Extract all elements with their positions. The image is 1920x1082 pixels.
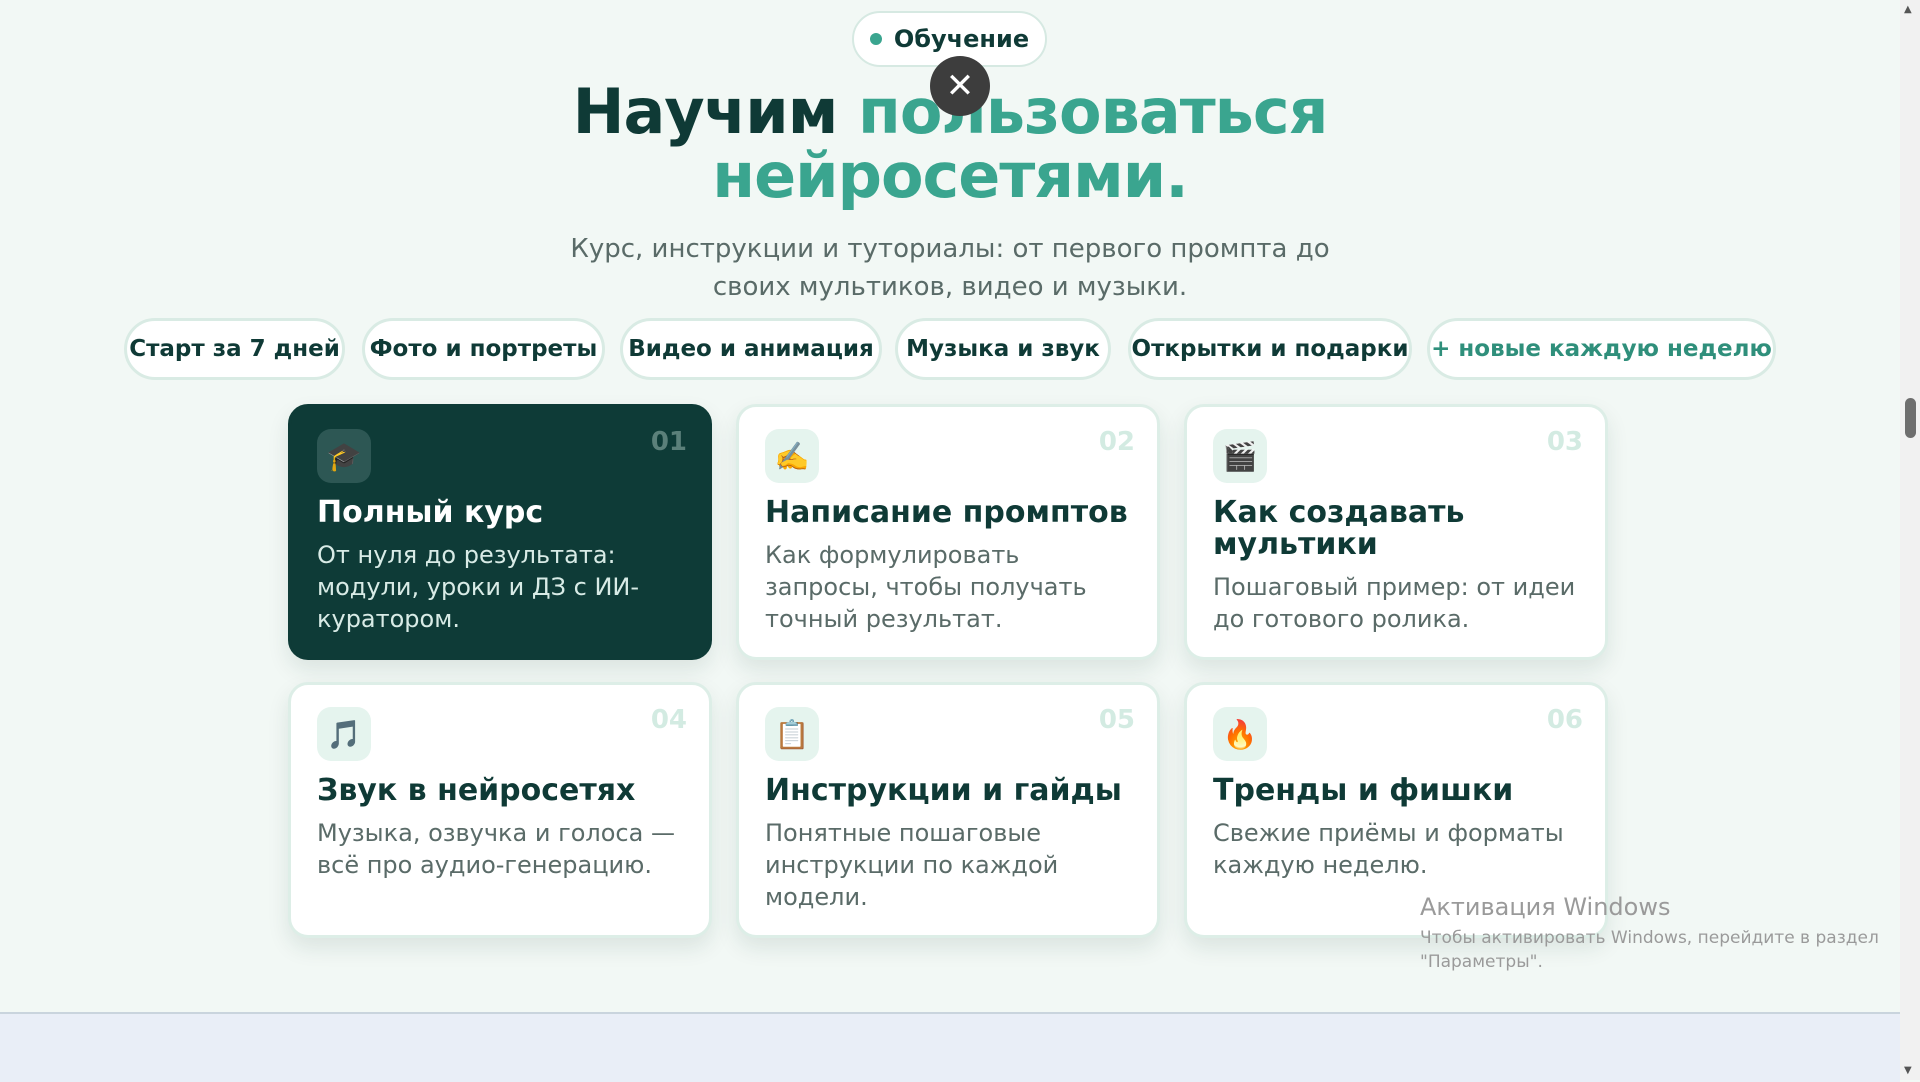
card-description: Пошаговый пример: от идеи до готового ро… — [1213, 573, 1576, 633]
pill-music-sound[interactable]: Музыка и звук — [895, 318, 1111, 380]
card-number: 06 — [1546, 705, 1583, 735]
pill-cards-gifts[interactable]: Открытки и подарки — [1128, 318, 1412, 380]
close-button[interactable]: ✕ — [930, 56, 990, 116]
pill-photo-portraits[interactable]: Фото и портреты — [362, 318, 605, 380]
clapper-board-icon: 🎬 — [1213, 429, 1267, 483]
card-title: Звук в нейросетях — [317, 773, 636, 808]
scroll-down-arrow-icon[interactable]: ▼ — [1904, 1065, 1912, 1076]
card-prompt-writing[interactable]: 02 ✍️ Написание промптов Как формулирова… — [736, 404, 1160, 660]
hero-title-dark: Научим — [572, 75, 839, 148]
scrollbar-thumb[interactable] — [1905, 398, 1916, 438]
music-note-icon: 🎵 — [317, 707, 371, 761]
card-description: Понятные пошаговые инструкции по каждой … — [765, 819, 1059, 911]
card-full-course[interactable]: 01 🎓 Полный курс От нуля до результата: … — [288, 404, 712, 660]
hero-subtitle: Курс, инструкции и туториалы: от первого… — [570, 234, 1330, 302]
scroll-up-arrow-icon[interactable]: ▲ — [1904, 4, 1912, 15]
close-icon: ✕ — [945, 66, 975, 106]
card-number: 05 — [1098, 705, 1135, 735]
card-guides[interactable]: 05 📋 Инструкции и гайды Понятные пошагов… — [736, 682, 1160, 938]
card-number: 01 — [650, 427, 687, 457]
card-number: 03 — [1546, 427, 1583, 457]
card-description: Как формулировать запросы, чтобы получат… — [765, 541, 1087, 633]
card-number: 02 — [1098, 427, 1135, 457]
pill-start-7-days[interactable]: Старт за 7 дней — [124, 318, 345, 380]
hero-title-accent-2: нейросетями. — [712, 139, 1189, 212]
vertical-scrollbar[interactable]: ▲ ▼ — [1900, 0, 1920, 1080]
badge-dot-icon — [869, 33, 882, 45]
card-description: Музыка, озвучка и голоса — всё про аудио… — [317, 819, 675, 879]
pill-video-animation[interactable]: Видео и анимация — [620, 318, 882, 380]
pill-new-weekly[interactable]: + новые каждую неделю — [1427, 318, 1776, 380]
writing-hand-icon: ✍️ — [765, 429, 819, 483]
card-title: Написание промптов — [765, 495, 1128, 530]
page: Обучение ✕ Научим пользоваться нейросетя… — [0, 0, 1900, 1082]
card-number: 04 — [650, 705, 687, 735]
card-title: Как создавать мультики — [1213, 495, 1465, 562]
card-cartoons[interactable]: 03 🎬 Как создавать мультики Пошаговый пр… — [1184, 404, 1608, 660]
card-sound[interactable]: 04 🎵 Звук в нейросетях Музыка, озвучка и… — [288, 682, 712, 938]
clipboard-icon: 📋 — [765, 707, 819, 761]
card-title: Инструкции и гайды — [765, 773, 1122, 808]
next-section-band — [0, 1012, 1900, 1082]
fire-icon: 🔥 — [1213, 707, 1267, 761]
card-description: Свежие приёмы и форматы каждую неделю. — [1213, 819, 1564, 879]
card-trends[interactable]: 06 🔥 Тренды и фишки Свежие приёмы и форм… — [1184, 682, 1608, 938]
card-title: Тренды и фишки — [1213, 773, 1514, 808]
card-description: От нуля до результата: модули, уроки и Д… — [317, 541, 640, 633]
hero-title-accent: пользоваться — [857, 75, 1328, 148]
badge-label: Обучение — [893, 25, 1030, 53]
graduation-cap-icon: 🎓 — [317, 429, 371, 483]
card-title: Полный курс — [317, 495, 544, 530]
